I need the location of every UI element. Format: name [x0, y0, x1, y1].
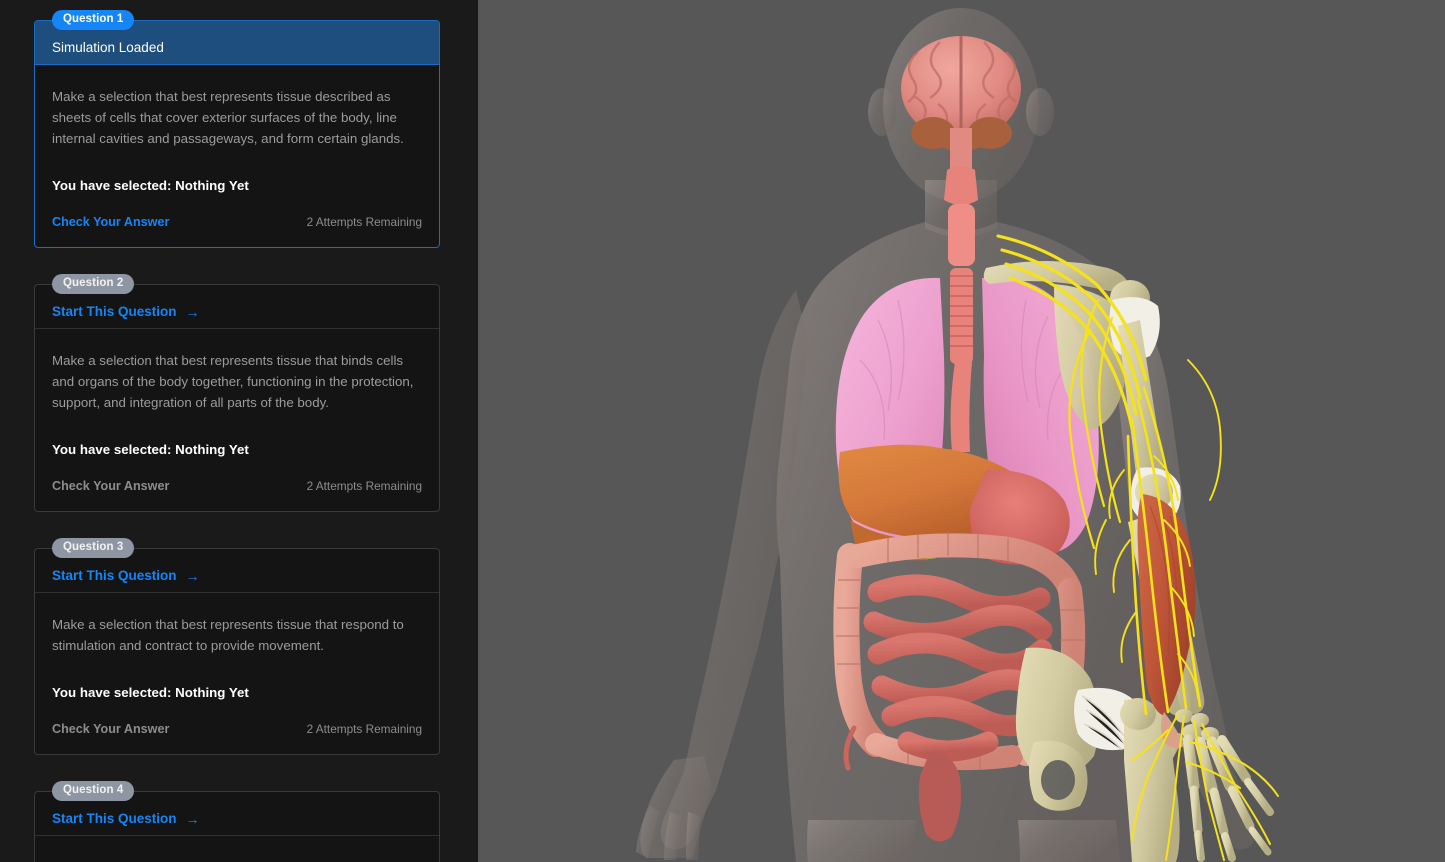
question-footer-2: Check Your Answer 2 Attempts Remaining — [35, 458, 439, 511]
question-badge-1: Question 1 — [52, 10, 134, 30]
attempts-remaining-1: 2 Attempts Remaining — [307, 215, 422, 229]
attempts-remaining-2: 2 Attempts Remaining — [307, 479, 422, 493]
question-footer-3: Check Your Answer 2 Attempts Remaining — [35, 701, 439, 754]
start-question-label-4: Start This Question — [52, 811, 177, 827]
question-prompt-3: Make a selection that best represents ti… — [52, 614, 422, 656]
question-footer-1: Check Your Answer 2 Attempts Remaining — [35, 194, 439, 247]
arrow-right-icon: → — [186, 812, 200, 826]
start-question-label-2: Start This Question — [52, 304, 177, 320]
question-card-2[interactable]: Question 2 Start This Question → Make a … — [34, 284, 440, 512]
simulation-status-title: Simulation Loaded — [52, 40, 164, 56]
human-anatomy-model[interactable] — [478, 0, 1445, 862]
question-body-4: Select tissue that is excitable and allo… — [35, 836, 439, 862]
question-panel: Question 1 Simulation Loaded Make a sele… — [0, 0, 478, 862]
rectum[interactable] — [919, 752, 961, 842]
selection-status-2: You have selected: Nothing Yet — [52, 441, 422, 458]
question-body-1: Make a selection that best represents ti… — [35, 65, 439, 194]
question-body-2: Make a selection that best represents ti… — [35, 329, 439, 458]
anatomy-simulation-app: Question 1 Simulation Loaded Make a sele… — [0, 0, 1445, 862]
start-question-label-3: Start This Question — [52, 568, 177, 584]
check-answer-button-2[interactable]: Check Your Answer — [52, 479, 169, 493]
arrow-right-icon: → — [186, 305, 200, 319]
start-question-button-2[interactable]: Start This Question → — [52, 304, 200, 320]
attempts-remaining-3: 2 Attempts Remaining — [307, 722, 422, 736]
question-card-4[interactable]: Question 4 Start This Question → Select … — [34, 791, 440, 862]
anatomy-3d-viewport[interactable] — [478, 0, 1445, 862]
ghost-left-hand — [636, 756, 712, 860]
question-body-3: Make a selection that best represents ti… — [35, 593, 439, 701]
check-answer-button-1[interactable]: Check Your Answer — [52, 215, 169, 229]
start-question-button-3[interactable]: Start This Question → — [52, 568, 200, 584]
question-prompt-4: Select tissue that is excitable and allo… — [52, 857, 422, 862]
selection-status-3: You have selected: Nothing Yet — [52, 684, 422, 701]
selection-status-1: You have selected: Nothing Yet — [52, 177, 422, 194]
question-badge-3: Question 3 — [52, 538, 134, 558]
question-prompt-1: Make a selection that best represents ti… — [52, 86, 422, 149]
question-card-3[interactable]: Question 3 Start This Question → Make a … — [34, 548, 440, 755]
question-card-1[interactable]: Question 1 Simulation Loaded Make a sele… — [34, 20, 440, 248]
start-question-button-4[interactable]: Start This Question → — [52, 811, 200, 827]
arrow-right-icon: → — [186, 569, 200, 583]
question-badge-2: Question 2 — [52, 274, 134, 294]
question-badge-4: Question 4 — [52, 781, 134, 801]
question-prompt-2: Make a selection that best represents ti… — [52, 350, 422, 413]
check-answer-button-3[interactable]: Check Your Answer — [52, 722, 169, 736]
question-list-scroll[interactable]: Question 1 Simulation Loaded Make a sele… — [0, 0, 478, 862]
